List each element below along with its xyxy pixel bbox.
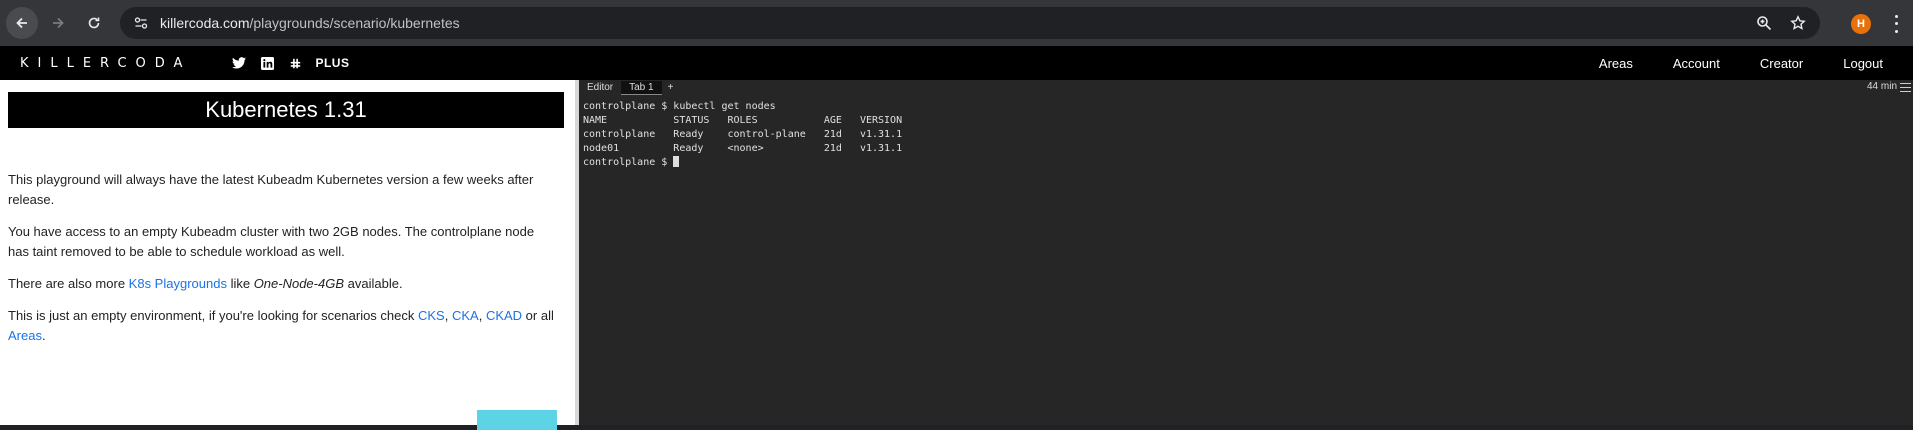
add-tab-button[interactable]: +: [662, 81, 680, 95]
cka-link[interactable]: CKA: [452, 308, 479, 323]
session-timer: 44 min: [1866, 81, 1897, 92]
forward-icon[interactable]: [42, 7, 74, 39]
terminal-line: controlplane $ kubectl get nodes: [583, 101, 776, 112]
back-icon[interactable]: [6, 7, 38, 39]
terminal-pane[interactable]: Editor Tab 1 + 44 min controlplane $ kub…: [579, 80, 1913, 425]
terminal-cursor: [673, 156, 680, 167]
top-nav: Areas Account Creator Logout: [1599, 46, 1883, 80]
paragraph-3: There are also more K8s Playgrounds like…: [8, 274, 558, 294]
paragraph-4: This is just an empty environment, if yo…: [8, 306, 558, 346]
profile-avatar[interactable]: H: [1851, 14, 1871, 34]
kebab-menu-icon[interactable]: [1890, 13, 1902, 35]
tab-editor[interactable]: Editor: [579, 81, 621, 95]
terminal-tabbar: Editor Tab 1 +: [579, 80, 1913, 96]
start-button[interactable]: [477, 410, 557, 430]
tab-1[interactable]: Tab 1: [621, 81, 662, 95]
scenario-pane: Kubernetes 1.31 This playground will alw…: [0, 80, 575, 430]
cks-link[interactable]: CKS: [418, 308, 445, 323]
terminal-output[interactable]: controlplane $ kubectl get nodes NAME STA…: [583, 100, 902, 170]
p3-text-post: available.: [344, 276, 403, 291]
zoom-icon[interactable]: [1752, 11, 1776, 35]
browser-toolbar: killercoda.com/playgrounds/scenario/kube…: [0, 0, 1913, 46]
nav-account[interactable]: Account: [1673, 56, 1720, 71]
url-host: killercoda.com: [160, 15, 250, 31]
p4-text-post: .: [41, 328, 46, 343]
p3-text-pre: There are also more: [8, 276, 129, 291]
scenario-title: Kubernetes 1.31: [8, 92, 564, 128]
menu-icon[interactable]: [1900, 83, 1911, 92]
ckad-link[interactable]: CKAD: [486, 308, 522, 323]
nav-logout[interactable]: Logout: [1843, 56, 1883, 71]
p3-text-mid: like: [226, 276, 254, 291]
reload-icon[interactable]: [78, 7, 110, 39]
p4-sep-1: ,: [444, 308, 452, 323]
terminal-line: NAME STATUS ROLES AGE VERSION: [583, 115, 903, 126]
killercoda-logo[interactable]: KILLERCODA: [20, 56, 191, 71]
nav-creator[interactable]: Creator: [1760, 56, 1803, 71]
url-text: killercoda.com/playgrounds/scenario/kube…: [160, 15, 460, 31]
plus-link[interactable]: PLUS: [315, 56, 349, 70]
nav-areas[interactable]: Areas: [1599, 56, 1633, 71]
linkedin-icon[interactable]: [259, 55, 275, 71]
p4-text-pre: This is just an empty environment, if yo…: [8, 308, 418, 323]
terminal-line: node01 Ready <none> 21d v1.31.1: [583, 143, 903, 154]
url-path: /playgrounds/scenario/kubernetes: [249, 15, 460, 31]
p4-sep-3: or all: [522, 308, 554, 323]
terminal-prompt-line: controlplane $: [583, 156, 902, 170]
paragraph-1: This playground will always have the lat…: [8, 172, 534, 207]
scenario-description: This playground will always have the lat…: [8, 170, 558, 358]
site-settings-icon[interactable]: [130, 12, 152, 34]
p4-sep-2: ,: [478, 308, 486, 323]
twitter-icon[interactable]: [231, 55, 247, 71]
areas-link[interactable]: Areas: [8, 328, 42, 343]
k8s-playgrounds-link[interactable]: K8s Playgrounds: [129, 276, 227, 291]
site-header: KILLERCODA PLUS Areas Account Creator Lo…: [0, 46, 1913, 80]
address-bar[interactable]: killercoda.com/playgrounds/scenario/kube…: [120, 7, 1820, 39]
paragraph-2: You have access to an empty Kubeadm clus…: [8, 224, 535, 259]
social-links: PLUS: [231, 55, 349, 71]
terminal-prompt: controlplane $: [583, 157, 674, 168]
one-node-emphasis: One-Node-4GB: [253, 276, 345, 291]
address-bar-actions: [1752, 7, 1820, 39]
slack-icon[interactable]: [287, 55, 303, 71]
terminal-line: controlplane Ready control-plane 21d v1.…: [583, 129, 903, 140]
bookmark-star-icon[interactable]: [1786, 11, 1810, 35]
